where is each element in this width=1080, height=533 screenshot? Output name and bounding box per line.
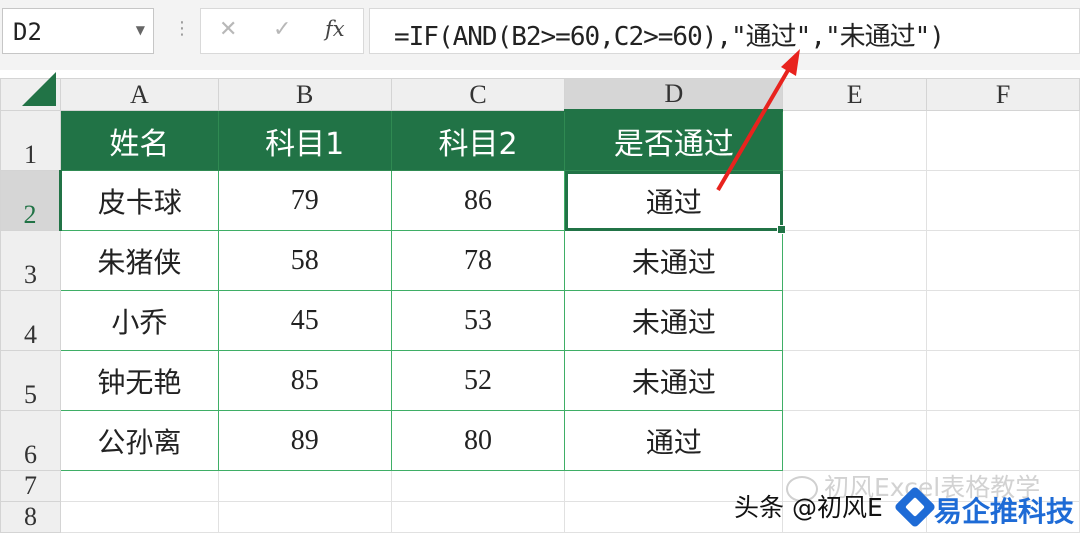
name-box[interactable]: D2 ▼ xyxy=(2,8,154,54)
formula-tools: ✕ ✓ fx xyxy=(200,8,364,54)
row-header-1[interactable]: 1 xyxy=(0,110,61,171)
cell-e6[interactable] xyxy=(782,410,928,471)
header-cell-name[interactable]: 姓名 xyxy=(59,110,219,171)
cell-d2-active[interactable]: 通过 xyxy=(564,170,787,234)
cell-f4[interactable] xyxy=(926,290,1080,351)
cell-f6[interactable] xyxy=(926,410,1080,471)
cell-a3[interactable]: 朱猪侠 xyxy=(59,230,219,291)
cell-a5[interactable]: 钟无艳 xyxy=(59,350,219,411)
row-header-7[interactable]: 7 xyxy=(0,470,61,502)
cell-d6[interactable]: 通过 xyxy=(564,410,784,471)
cell-c6[interactable]: 80 xyxy=(390,410,566,471)
cell-e2[interactable] xyxy=(782,170,928,231)
cancel-icon[interactable]: ✕ xyxy=(219,17,237,42)
cell-a6[interactable]: 公孙离 xyxy=(59,410,219,471)
header-cell-subject1[interactable]: 科目1 xyxy=(217,110,392,171)
cell-b2[interactable]: 79 xyxy=(217,170,392,231)
site-watermark: 易企推科技 xyxy=(893,485,1080,530)
cell-c2[interactable]: 86 xyxy=(390,170,566,231)
header-cell-subject2[interactable]: 科目2 xyxy=(390,110,566,171)
cell-f2[interactable] xyxy=(926,170,1080,231)
formula-bar: D2 ▼ ⋮ ✕ ✓ fx =IF(AND(B2>=60,C2>=60),"通过… xyxy=(0,0,1080,70)
cell-a7[interactable] xyxy=(59,470,219,502)
function-icon[interactable]: fx xyxy=(325,17,345,41)
cell-f5[interactable] xyxy=(926,350,1080,411)
cell-d3[interactable]: 未通过 xyxy=(564,230,784,291)
dropdown-icon[interactable]: ▼ xyxy=(136,23,145,37)
cell-b3[interactable]: 58 xyxy=(217,230,392,291)
column-header-c[interactable]: C xyxy=(390,78,566,111)
site-logo-icon xyxy=(893,485,937,529)
cell-c3[interactable]: 78 xyxy=(390,230,566,291)
cell-f1[interactable] xyxy=(926,110,1080,171)
cell-e3[interactable] xyxy=(782,230,928,291)
enter-icon[interactable]: ✓ xyxy=(273,17,291,42)
cell-b5[interactable]: 85 xyxy=(217,350,392,411)
cell-d5[interactable]: 未通过 xyxy=(564,350,784,411)
cell-c8[interactable] xyxy=(390,501,566,533)
cell-a2[interactable]: 皮卡球 xyxy=(59,170,219,231)
header-cell-pass[interactable]: 是否通过 xyxy=(564,110,784,171)
name-box-value: D2 xyxy=(13,18,42,46)
column-header-f[interactable]: F xyxy=(926,78,1080,111)
spreadsheet-grid: A B C D E F 1 姓名 科目1 科目2 是否通过 2 皮卡球 79 8… xyxy=(0,72,1080,533)
row-header-8[interactable]: 8 xyxy=(0,501,61,533)
formula-text: =IF(AND(B2>=60,C2>=60),"通过","未通过") xyxy=(394,22,945,52)
column-header-b[interactable]: B xyxy=(217,78,392,111)
formula-input[interactable]: =IF(AND(B2>=60,C2>=60),"通过","未通过") xyxy=(369,8,1080,54)
select-all-icon[interactable] xyxy=(0,72,61,111)
fill-handle[interactable] xyxy=(777,225,787,234)
cell-a8[interactable] xyxy=(59,501,219,533)
cell-a4[interactable]: 小乔 xyxy=(59,290,219,351)
cell-e1[interactable] xyxy=(782,110,928,171)
grip-icon: ⋮ xyxy=(173,18,191,39)
cell-c7[interactable] xyxy=(390,470,566,502)
cell-c5[interactable]: 52 xyxy=(390,350,566,411)
row-header-2[interactable]: 2 xyxy=(0,170,62,231)
column-header-d[interactable]: D xyxy=(564,78,784,112)
column-header-e[interactable]: E xyxy=(782,78,928,111)
row-header-6[interactable]: 6 xyxy=(0,410,61,471)
cell-e4[interactable] xyxy=(782,290,928,351)
row-header-5[interactable]: 5 xyxy=(0,350,61,411)
cell-b8[interactable] xyxy=(217,501,392,533)
row-header-4[interactable]: 4 xyxy=(0,290,61,351)
column-header-a[interactable]: A xyxy=(59,78,219,111)
row-header-3[interactable]: 3 xyxy=(0,230,61,291)
cell-b7[interactable] xyxy=(217,470,392,502)
cell-b6[interactable]: 89 xyxy=(217,410,392,471)
cell-f3[interactable] xyxy=(926,230,1080,291)
site-watermark-text: 易企推科技 xyxy=(934,495,1075,528)
cell-e5[interactable] xyxy=(782,350,928,411)
cell-d2-value: 通过 xyxy=(645,187,702,219)
author-watermark: 头条 @初风E xyxy=(734,493,883,522)
cell-c4[interactable]: 53 xyxy=(390,290,566,351)
cell-d4[interactable]: 未通过 xyxy=(564,290,784,351)
cell-b4[interactable]: 45 xyxy=(217,290,392,351)
